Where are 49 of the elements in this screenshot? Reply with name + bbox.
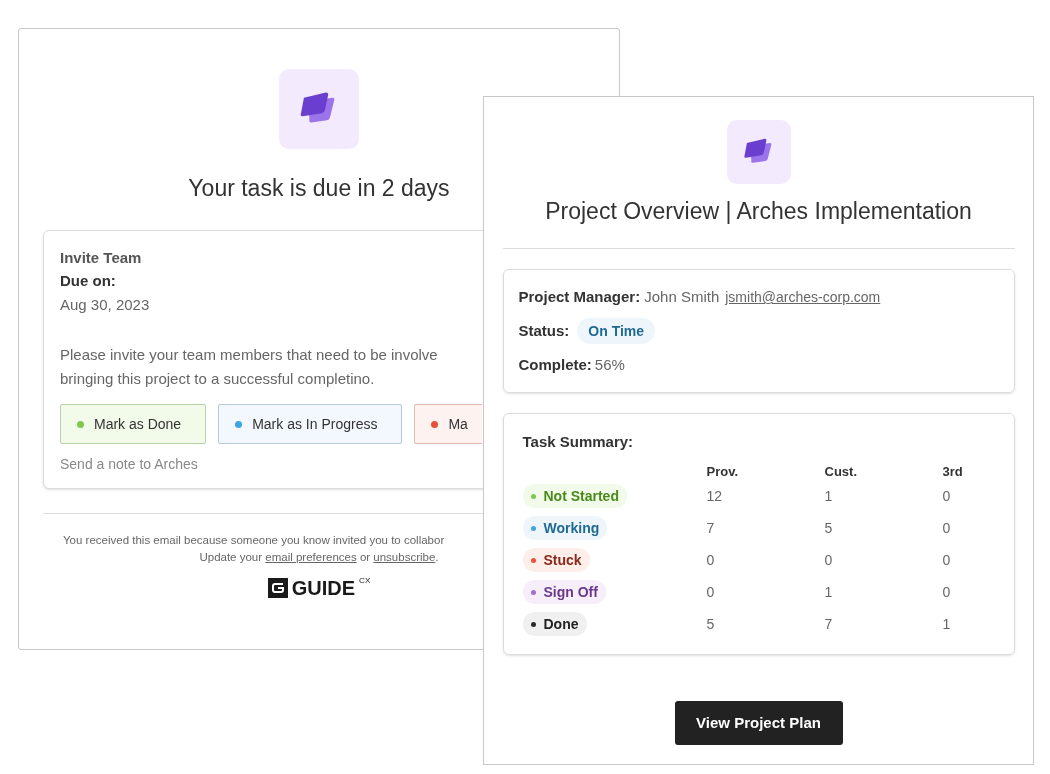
status-name: Working [543,518,600,538]
field-label: Project Manager: [518,287,641,307]
preferences-link[interactable]: email preferences [265,551,357,563]
view-plan-button[interactable]: View Project Plan [674,701,843,745]
brand-name: GUIDE [291,576,356,600]
status-name: Sign Off [543,582,598,602]
brand-suffix: CX [359,576,371,586]
due-date: Aug 30, 2023 [60,295,150,315]
logo-icon [279,69,359,149]
percent-value: 56% [594,355,625,375]
table-cell-text: 0 [942,519,952,538]
status-button[interactable]: Ma [414,404,482,444]
table-cell-text: 1 [824,583,834,602]
status-name: Not Started [543,486,619,506]
table-cell-text: 0 [942,583,952,602]
summary-title: Task Summary: [522,432,635,452]
status-button[interactable]: Mark as In Progress [218,404,403,444]
field-label: Status: [518,321,570,341]
column-header: Prov. [706,463,740,480]
task-description: Please invite your team members that need to be involve bringing this project to a successful completino. [60,345,438,389]
task-name: Invite Team [60,248,143,268]
table-cell-text: 5 [824,519,834,538]
brand-icon [267,578,288,598]
field-label: Complete: [518,355,592,375]
table-cell-text: 1 [942,615,952,634]
table-cell-text: 7 [824,615,834,634]
email-title: Project Overview | Arches Implementation [545,197,972,226]
table-cell-text: 0 [824,551,834,570]
status-name: Stuck [543,550,582,570]
table-cell-text: 0 [942,551,952,570]
table-cell-text: 0 [706,551,716,570]
table-cell-text: 7 [706,519,716,538]
table-cell-text: 0 [706,583,716,602]
column-header: 3rd [942,463,964,480]
email-title: Your task is due in 2 days [187,174,451,203]
note-link[interactable]: Send a note to Arches [60,454,198,475]
footer-text: You received this email because someone you know invited you to collabor [62,533,446,548]
status-button[interactable]: Mark as Done [60,404,207,444]
table-cell-text: 5 [706,615,716,634]
manager-name: John Smith [644,287,720,307]
column-header: Cust. [824,463,858,480]
due-label: Due on: [60,271,117,291]
status-badge: On Time [577,318,656,344]
logo-icon [726,120,791,184]
email-link[interactable]: jsmith@arches-corp.com [725,286,881,308]
table-cell-text: 0 [942,487,952,506]
table-cell-text: 12 [706,487,724,506]
table-cell-text: 1 [824,487,834,506]
status-name: Done [543,614,579,634]
